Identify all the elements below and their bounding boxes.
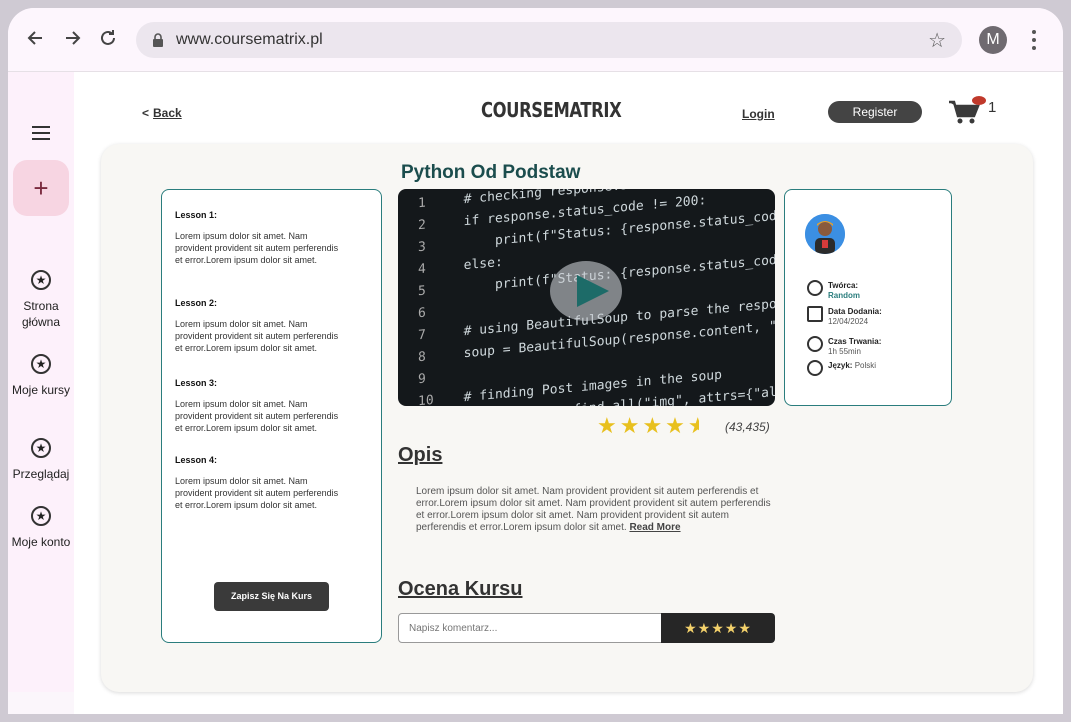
globe-icon [807, 360, 823, 376]
description-text: Lorem ipsum dolor sit amet. Nam providen… [416, 486, 781, 534]
course-rating: ★★★★★ (43,435) [597, 413, 770, 438]
meta-value: Polski [854, 361, 877, 370]
review-heading: Ocena Kursu [398, 578, 523, 600]
more-menu-icon[interactable] [1028, 28, 1040, 52]
author-avatar[interactable] [805, 214, 845, 254]
lesson-title: Lesson 3: [175, 378, 218, 388]
lock-icon [152, 33, 164, 52]
forward-arrow-icon[interactable] [60, 28, 84, 52]
reload-icon[interactable] [96, 28, 120, 52]
rating-count: (43,435) [725, 420, 770, 434]
rail-item-label: Przeglądaj [12, 467, 70, 481]
description-heading: Opis [398, 444, 443, 466]
menu-icon[interactable] [32, 126, 50, 144]
rate-stars-button[interactable]: ★★★★★ [661, 613, 775, 643]
meta-value: 1h 55min [828, 347, 861, 356]
course-panel: Python Od Podstaw Lesson 1: Lorem ipsum … [101, 144, 1033, 692]
lessons-card: Lesson 1: Lorem ipsum dolor sit amet. Na… [161, 189, 382, 643]
author-card: Twórca: Random Data Dodania: 12/04/2024 Cz… [784, 189, 952, 406]
page-content: < Back COURSEMATRIX Login Register 1 Pyth… [74, 72, 1063, 714]
rail-item-moje-kursy[interactable]: ★ Moje kursy [8, 354, 74, 398]
rail-item-przegladaj[interactable]: ★ Przeglądaj [8, 438, 74, 482]
comment-input[interactable] [398, 613, 662, 643]
lesson-title: Lesson 2: [175, 298, 218, 308]
user-icon [807, 280, 823, 296]
lesson-item[interactable]: Lesson 1: Lorem ipsum dolor sit amet. Na… [175, 210, 345, 266]
star-circle-icon: ★ [31, 354, 51, 374]
brand-logo[interactable]: COURSEMATRIX [481, 98, 622, 122]
chevron-left-icon: < [142, 106, 150, 120]
lesson-title: Lesson 4: [175, 455, 218, 465]
back-arrow-icon[interactable] [24, 28, 48, 52]
code-text: else: [448, 254, 503, 275]
rating-stars: ★★★★ [597, 413, 688, 438]
lesson-text: Lorem ipsum dolor sit amet. Nam providen… [175, 476, 339, 510]
profile-avatar[interactable]: M [979, 26, 1007, 54]
login-link[interactable]: Login [742, 107, 775, 121]
lesson-item[interactable]: Lesson 4: Lorem ipsum dolor sit amet. Na… [175, 455, 345, 511]
url-text[interactable]: www.coursematrix.pl [176, 31, 323, 49]
meta-label: Czas Trwania: [828, 337, 882, 346]
browser-toolbar: www.coursematrix.pl ☆ M [8, 8, 1063, 72]
back-link[interactable]: < Back [142, 106, 182, 120]
browser-window: www.coursematrix.pl ☆ M + ★ Strona główn… [8, 8, 1063, 714]
cart-button[interactable]: 1 [948, 96, 1008, 126]
enroll-button[interactable]: Zapisz Się Na Kurs [214, 582, 329, 611]
register-button[interactable]: Register [828, 101, 922, 123]
device-frame: www.coursematrix.pl ☆ M + ★ Strona główn… [0, 0, 1071, 722]
play-button[interactable] [550, 261, 622, 321]
lesson-item[interactable]: Lesson 3: Lorem ipsum dolor sit amet. Na… [175, 378, 345, 434]
rail-item-label: Moje kursy [11, 383, 70, 397]
meta-label: Twórca: [828, 281, 859, 290]
back-label: Back [153, 106, 182, 120]
play-icon [577, 275, 609, 307]
star-circle-icon: ★ [31, 438, 51, 458]
video-player[interactable]: 1 # checking response.status_code (if yo… [398, 189, 775, 406]
lesson-title: Lesson 1: [175, 210, 218, 220]
rail-item-strona-glowna[interactable]: ★ Strona główna [8, 270, 74, 330]
lesson-item[interactable]: Lesson 2: Lorem ipsum dolor sit amet. Na… [175, 298, 345, 354]
rail-item-moje-konto[interactable]: ★ Moje konto [8, 506, 74, 550]
star-circle-icon: ★ [31, 506, 51, 526]
course-title: Python Od Podstaw [401, 162, 581, 183]
navigation-rail: + ★ Strona główna ★ Moje kursy ★ Przeglą… [8, 72, 74, 692]
read-more-link[interactable]: Read More [629, 522, 680, 533]
bookmark-star-icon[interactable]: ☆ [928, 28, 946, 53]
cart-count: 1 [988, 99, 997, 116]
meta-label: Język: [828, 361, 853, 370]
clock-icon [807, 336, 823, 352]
share-icon [807, 306, 823, 322]
add-button[interactable]: + [13, 160, 69, 216]
rail-item-label: Strona główna [21, 299, 61, 329]
star-circle-icon: ★ [31, 270, 51, 290]
creator-link[interactable]: Random [828, 291, 860, 300]
lesson-text: Lorem ipsum dolor sit amet. Nam providen… [175, 399, 339, 433]
meta-value: 12/04/2024 [828, 317, 869, 326]
rail-item-label: Moje konto [11, 535, 71, 549]
half-star-icon: ★ [688, 416, 699, 436]
meta-label: Data Dodania: [828, 307, 882, 316]
lesson-text: Lorem ipsum dolor sit amet. Nam providen… [175, 319, 339, 353]
description-body: Lorem ipsum dolor sit amet. Nam providen… [416, 486, 771, 533]
address-bar[interactable]: www.coursematrix.pl ☆ [136, 22, 962, 58]
cart-badge [972, 96, 986, 105]
lesson-text: Lorem ipsum dolor sit amet. Nam providen… [175, 231, 339, 265]
